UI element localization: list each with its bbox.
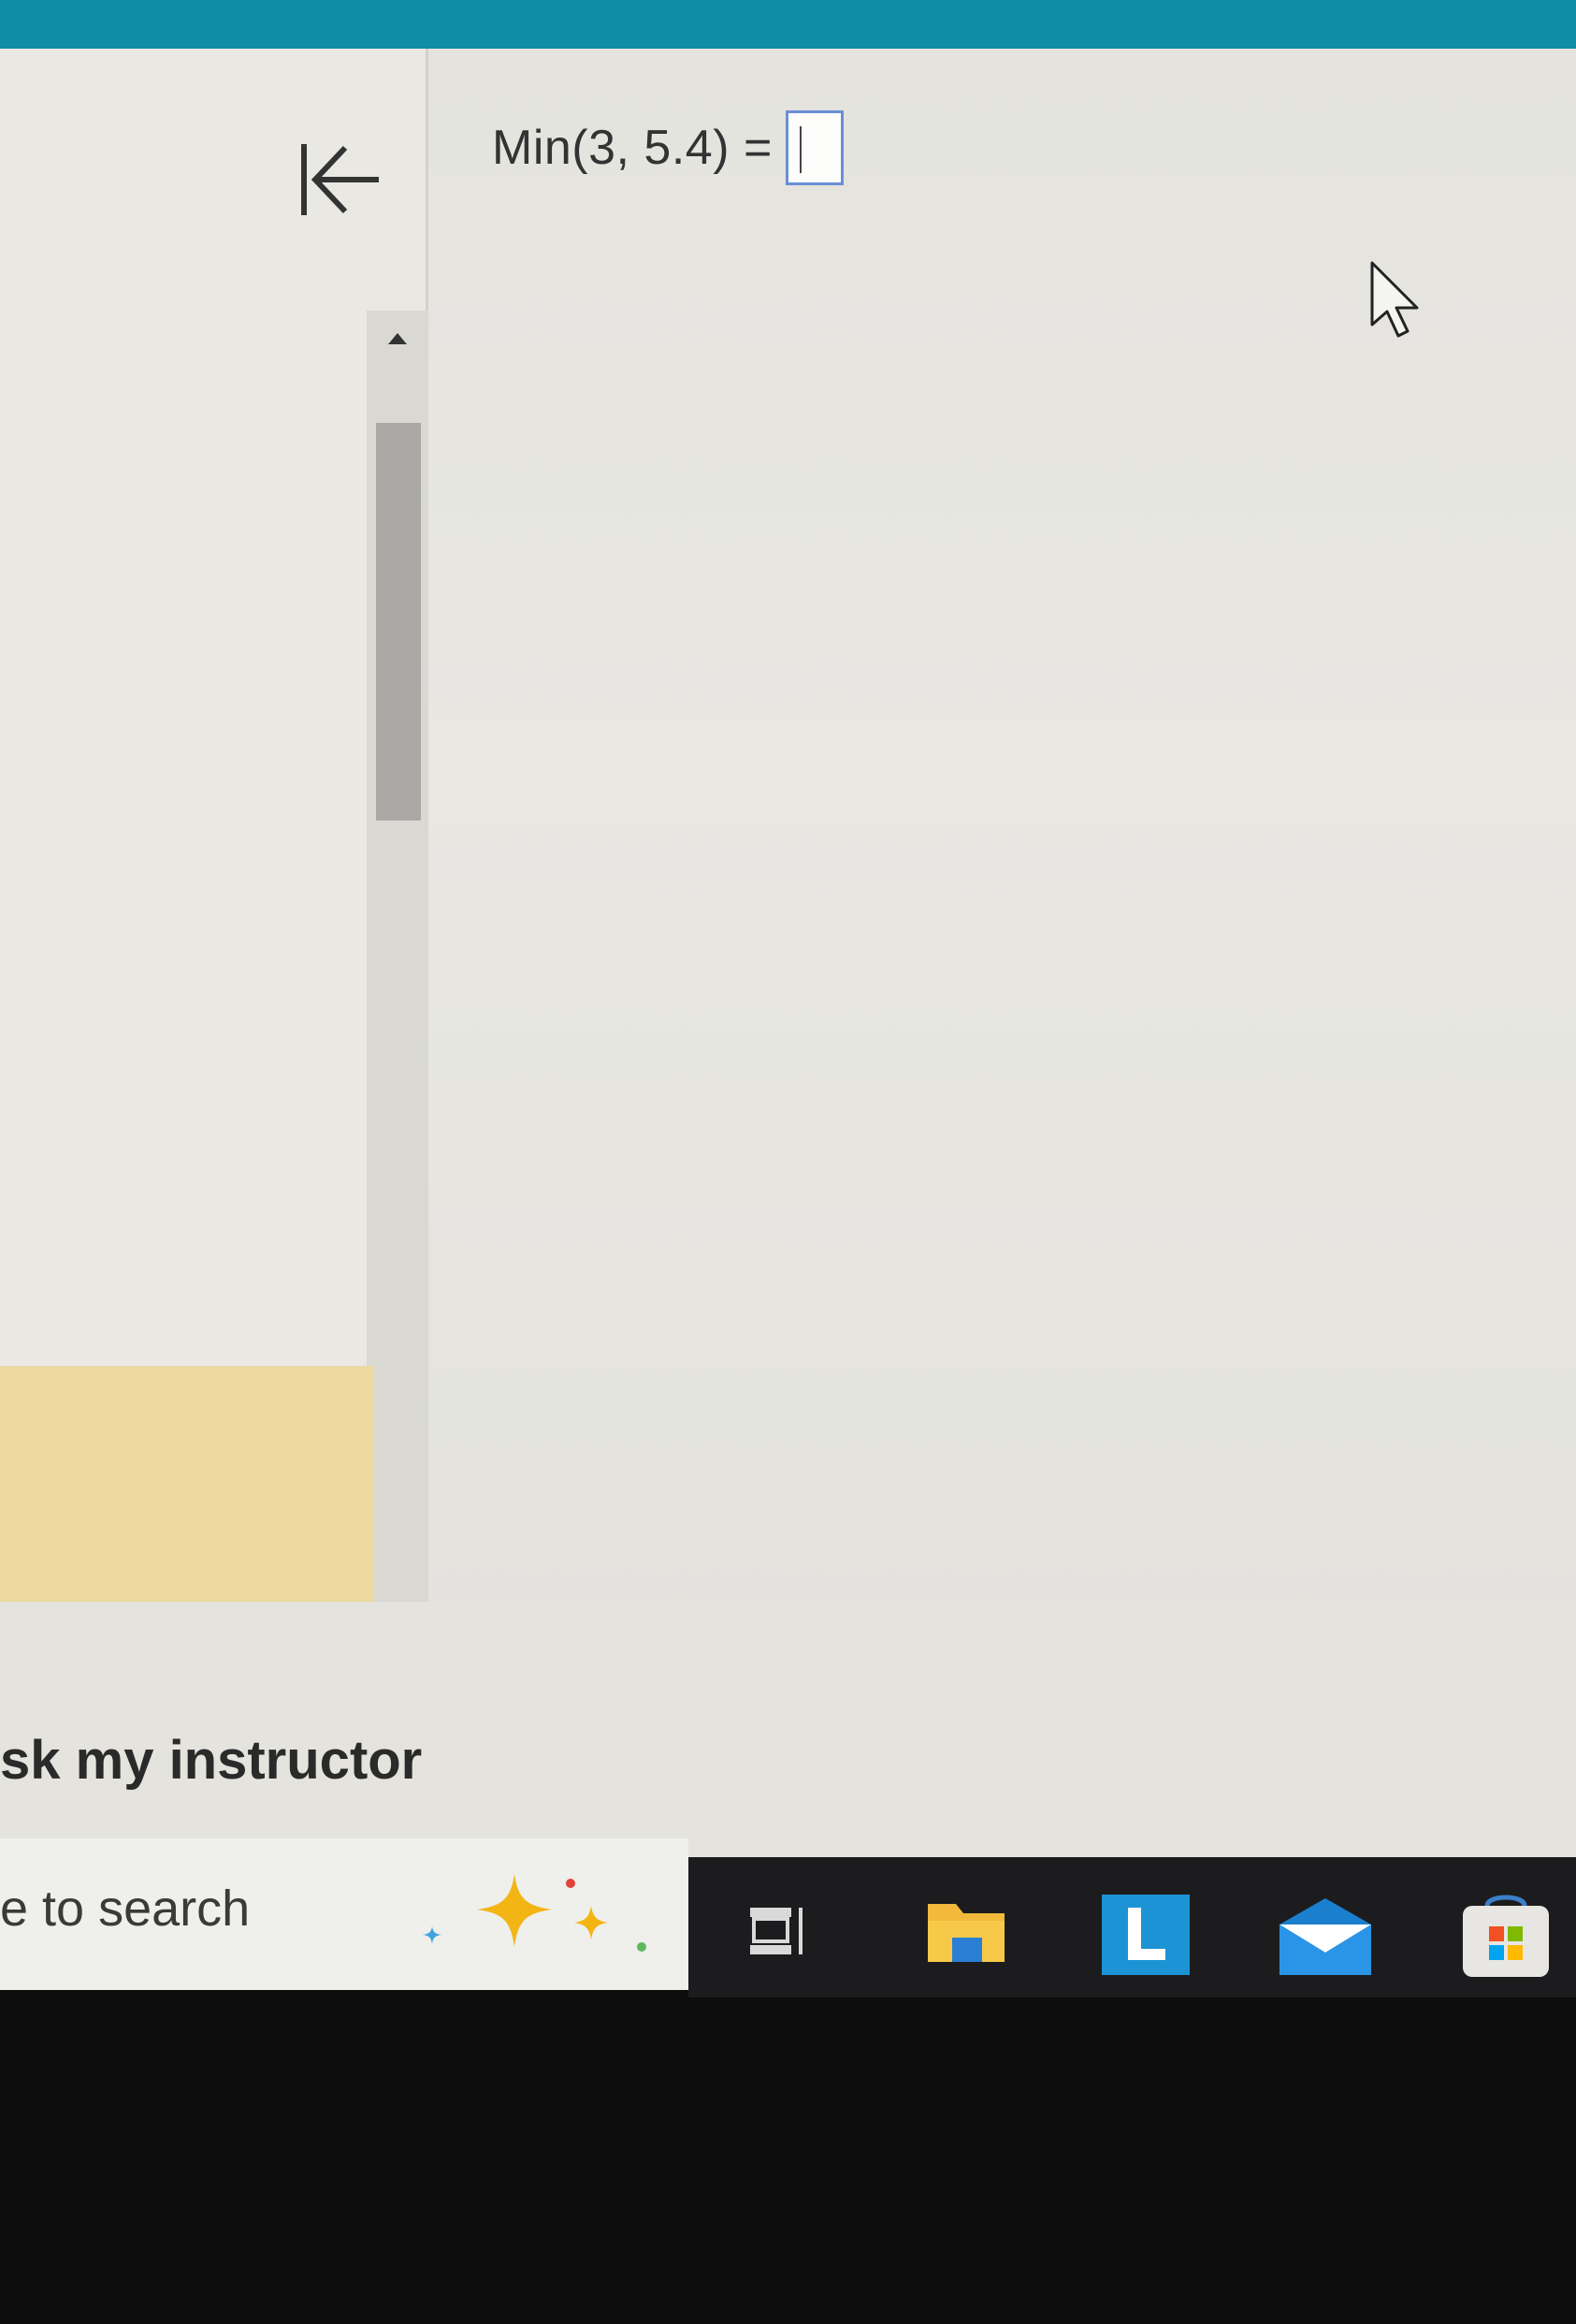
triangle-up-icon [388,333,407,344]
l-app-icon[interactable] [1100,1893,1192,1977]
file-explorer-icon[interactable] [924,1895,1008,1969]
store-icon[interactable] [1459,1893,1553,1979]
task-view-icon[interactable] [746,1902,808,1960]
question-expression: Min(3, 5.4) = [492,121,773,175]
scroll-thumb[interactable] [376,423,421,821]
collapse-panel-button[interactable] [288,128,391,231]
taskbar-search-box[interactable]: e to search [0,1838,688,1990]
panel-scrollbar[interactable] [367,311,428,1639]
browser-top-bar [0,0,1576,49]
ask-instructor-link[interactable]: sk my instructor [0,1729,422,1792]
mouse-pointer-icon [1370,261,1419,338]
windows-taskbar [688,1857,1576,1997]
text-caret [799,126,802,173]
collapse-left-icon [301,144,379,215]
search-placeholder: e to search [0,1881,251,1937]
mail-icon[interactable] [1278,1896,1373,1977]
scroll-up-button[interactable] [367,311,428,367]
sparkle-icon [423,1874,646,1952]
monitor-bezel [0,1997,1576,2324]
answer-input-box[interactable] [785,110,844,185]
app-window: Min(3, 5.4) = sk my instructor [0,49,1576,1859]
question-row: Min(3, 5.4) = [492,110,844,185]
question-area: Min(3, 5.4) = [428,49,1576,1602]
highlighted-panel [0,1366,374,1607]
